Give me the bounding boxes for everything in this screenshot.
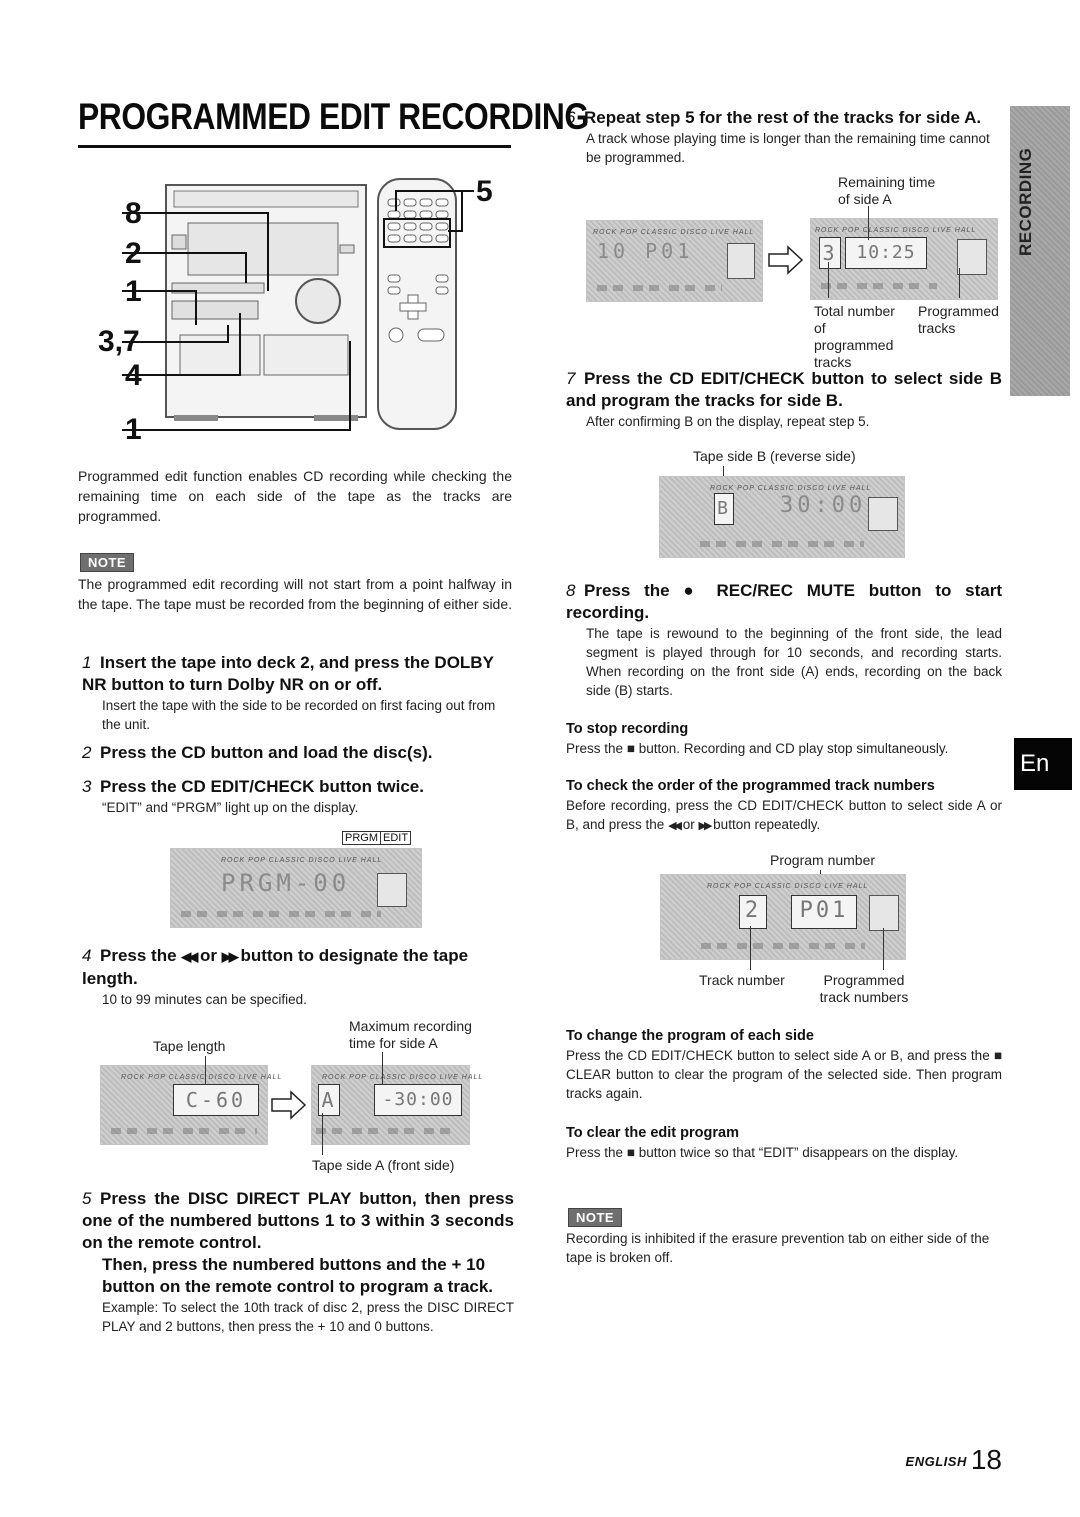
max-time-leader [382,1052,383,1084]
callout-3-7: 3,7 [98,325,140,358]
stop-clear-icon: ■ [993,1048,1002,1063]
note-text: The programmed edit recording will not s… [78,576,513,612]
step-3-heading: 3 Press the CD EDIT/CHECK button twice. [82,777,424,796]
change-program-text: Press the CD EDIT/CHECK button to select… [566,1048,1002,1101]
step-1-body: Insert the tape with the side to be reco… [102,698,496,732]
programmed-tracks-label: Programmed tracks [918,303,999,336]
lcd-display-step3: ROCK POP CLASSIC DISCO LIVE HALL PRGM-00 [170,848,422,928]
program-number-label: Program number [770,852,876,868]
programmed-track-numbers-label: Programmed track numbers [819,972,909,1005]
language-tab-en: En [1014,738,1072,790]
stereo-and-remote-drawing [122,178,474,431]
callout-2: 2 [125,237,142,270]
stop-recording-heading: To stop recording [566,721,689,737]
callout-4: 4 [125,359,142,392]
change-program-section: To change the program of each side Press… [566,1027,1002,1103]
step-3: 3 Press the CD EDIT/CHECK button twice. “… [82,776,514,817]
page-number: 18 [970,1444,1002,1475]
change-program-heading: To change the program of each side [566,1028,814,1044]
side-a-leader [322,1113,323,1155]
programmed-track-numbers-leader [883,928,884,970]
step-3-body: “EDIT” and “PRGM” light up on the displa… [102,800,359,815]
arrow-right-icon [768,245,804,275]
remaining-time-label: Remaining time of side A [838,174,936,207]
callout-8: 8 [125,197,142,230]
step-2-heading: 2 Press the CD button and load the disc(s… [82,743,433,762]
total-number-label: Total number of programmed tracks [814,303,895,370]
lcd-display-step6-after: ROCK POP CLASSIC DISCO LIVE HALL 3 10:25 [810,218,998,300]
step-6-body: A track whose playing time is longer tha… [586,131,990,165]
step-7-body: After confirming B on the display, repea… [586,414,870,429]
tape-side-a-label: Tape side A (front side) [312,1157,455,1173]
step-5-heading-2: Then, press the numbered buttons and the… [102,1255,494,1296]
note-badge-2: NOTE [568,1208,622,1227]
max-recording-time-label: Maximum recording time for side A [349,1018,472,1051]
lcd-display-step7: ROCK POP CLASSIC DISCO LIVE HALL B 30:00 [659,476,905,558]
step-5-body: Example: To select the 10th track of dis… [102,1300,514,1334]
lcd-display-side-a: ROCK POP CLASSIC DISCO LIVE HALL A -30:0… [311,1065,482,1145]
clear-program-heading: To clear the edit program [566,1125,739,1141]
step-7-heading: 7 Press the CD EDIT/CHECK button to selec… [566,369,1002,410]
tape-side-b-label: Tape side B (reverse side) [693,448,856,464]
track-number-leader [750,926,751,970]
title-underline [78,145,511,148]
check-order-heading: To check the order of the programmed tra… [566,778,935,794]
step-5-heading: 5 Press the DISC DIRECT PLAY button, then… [82,1189,514,1252]
stop-icon: ■ [626,741,635,756]
intro-text: Programmed edit function enables CD reco… [78,468,512,524]
check-order-text: Before recording, press the CD EDIT/CHEC… [566,798,1002,832]
step-4: 4 Press the ◀◀ or ▶▶ button to designate … [82,945,514,1009]
clear-program-section: To clear the edit program Press the ■ bu… [566,1124,1002,1162]
note-badge: NOTE [80,553,134,572]
total-number-leader [828,262,829,298]
device-illustration: 8 2 1 3,7 4 1 5 [78,165,518,465]
step-7: 7 Press the CD EDIT/CHECK button to selec… [566,368,1002,431]
note-text-2: Recording is inhibited if the erasure pr… [566,1231,990,1265]
fast-forward-icon: ▶▶ [698,820,713,832]
step-2: 2 Press the CD button and load the disc(s… [82,742,514,764]
stop-icon: ■ [626,1145,635,1160]
rewind-icon: ◀◀ [668,820,682,832]
step-8-heading: 8 Press the ● REC/REC MUTE button to star… [566,581,1002,622]
step-4-heading: 4 Press the ◀◀ or ▶▶ button to designate … [82,946,469,988]
step-8-body: The tape is rewound to the beginning of … [586,626,1002,698]
page-footer: ENGLISH 18 [906,1444,1002,1476]
rewind-icon: ◀◀ [181,949,198,964]
track-number-label: Track number [699,972,785,988]
recording-section-tab: RECORDING [1010,106,1070,396]
footer-language: ENGLISH [905,1454,967,1469]
record-icon: ● [683,581,703,600]
prgm-label: PRGM [342,831,381,845]
lcd-display-step6-before: ROCK POP CLASSIC DISCO LIVE HALL 10 P01 [586,220,763,302]
step-1-heading: 1 Insert the tape into deck 2, and press … [82,653,494,694]
callout-5: 5 [476,175,493,208]
step-8: 8 Press the ● REC/REC MUTE button to star… [566,580,1002,700]
page-title: PROGRAMMED EDIT RECORDING [78,96,589,137]
tape-length-label: Tape length [153,1038,226,1054]
step-3-display-group: PRGM EDIT ROCK POP CLASSIC DISCO LIVE HA… [170,828,422,928]
remaining-time-leader [868,206,869,240]
step-5: 5 Press the DISC DIRECT PLAY button, then… [82,1188,514,1336]
lcd-display-tape-length: ROCK POP CLASSIC DISCO LIVE HALL C-60 [100,1065,281,1145]
check-order-section: To check the order of the programmed tra… [566,777,1002,836]
fast-forward-icon: ▶▶ [221,949,239,964]
clear-program-text: Press the ■ button twice so that “EDIT” … [566,1145,959,1160]
callout-1-bottom: 1 [125,413,142,446]
step-6: 6 Repeat step 5 for the rest of the track… [566,107,1006,167]
step-6-heading: 6 Repeat step 5 for the rest of the track… [566,108,982,127]
programmed-tracks-leader [959,268,960,298]
step-1: 1 Insert the tape into deck 2, and press … [82,652,514,734]
tape-length-leader [205,1056,206,1084]
step-4-body: 10 to 99 minutes can be specified. [102,992,307,1007]
edit-label: EDIT [380,831,412,845]
arrow-right-icon [271,1090,307,1120]
stop-recording-text: Press the ■ button. Recording and CD pla… [566,741,949,756]
lcd-display-check: ROCK POP CLASSIC DISCO LIVE HALL 2 P01 [660,874,906,960]
stop-recording-section: To stop recording Press the ■ button. Re… [566,720,1006,758]
callout-1-top: 1 [125,275,142,308]
